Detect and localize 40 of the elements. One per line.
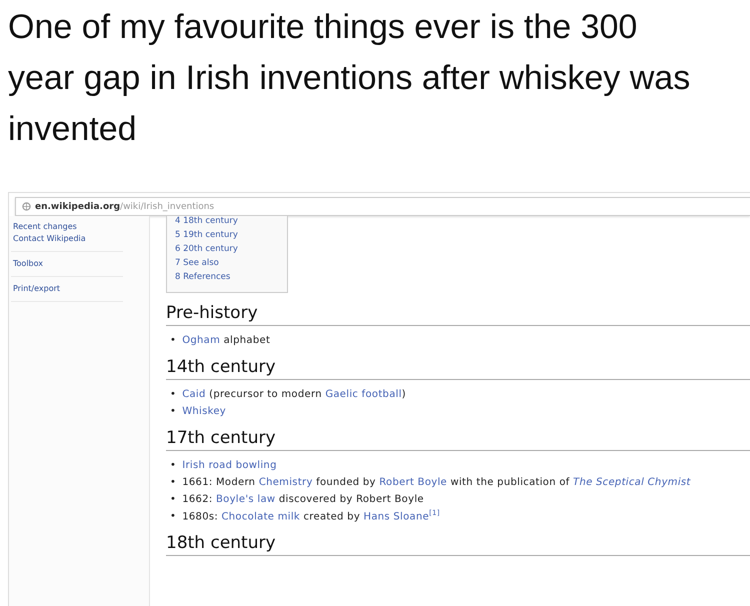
bullet: • <box>170 459 176 472</box>
list-item-text: 1680s: Chocolate milk created by Hans Sloane$^{[1]}$ <box>182 510 440 524</box>
link[interactable]: Robert Boyle <box>379 477 448 488</box>
toc-link[interactable]: 8 References <box>175 272 287 282</box>
section-heading: 17th century <box>166 428 750 451</box>
section-heading: 18th century <box>166 533 750 556</box>
toc-link[interactable]: 7 See also <box>175 258 287 268</box>
link[interactable]: Chocolate milk <box>222 511 300 522</box>
bullet: • <box>170 493 176 506</box>
toc-link[interactable]: 5 19th century <box>175 230 287 240</box>
link[interactable]: Gaelic football <box>325 389 402 400</box>
sidebar-link[interactable]: Toolbox <box>13 259 123 268</box>
link[interactable]: Caid <box>182 389 206 400</box>
list-item-text: 1661: Modern Chemistry founded by Robert Boyle with the publication of The Sceptical Chymist <box>182 476 691 489</box>
bullet: • <box>170 334 176 347</box>
link[interactable]: Irish road bowling <box>182 460 277 471</box>
toc-link[interactable]: 6 20th century <box>175 244 287 254</box>
list-item-text: Ogham alphabet <box>182 334 270 347</box>
sidebar-link[interactable]: Contact Wikipedia <box>13 234 123 243</box>
section-heading: 14th century <box>166 357 750 380</box>
bullet: • <box>170 510 176 524</box>
caption-text: One of my favourite things ever is the 300 year gap in Irish inventions after whiskey was invented <box>7 7 692 150</box>
link[interactable]: Whiskey <box>182 406 226 417</box>
list-item-text: Caid (precursor to modern Gaelic football) <box>182 388 406 401</box>
bullet: • <box>170 405 176 418</box>
address-bar[interactable]: en.wikipedia.org/wiki/Irish_inventions <box>15 197 750 216</box>
link[interactable]: Ogham <box>182 335 220 346</box>
bullet: • <box>170 388 176 401</box>
bullet: • <box>170 476 176 489</box>
section-heading: Pre-history <box>166 303 750 326</box>
link[interactable]: Hans Sloane <box>364 511 430 522</box>
toc-link[interactable]: 4 18th century <box>175 216 287 226</box>
footnote-link[interactable]: [1] <box>429 509 440 517</box>
link[interactable]: The Sceptical Chymist <box>573 477 691 488</box>
link[interactable]: Chemistry <box>258 477 313 488</box>
sidebar-link[interactable]: Print/export <box>13 284 123 293</box>
list-item-text: 1662: Boyle's law discovered by Robert Boyle <box>182 493 424 506</box>
globe-icon <box>22 202 31 211</box>
link[interactable]: Boyle's law <box>216 494 276 505</box>
sidebar-link[interactable]: Recent changes <box>13 222 123 231</box>
